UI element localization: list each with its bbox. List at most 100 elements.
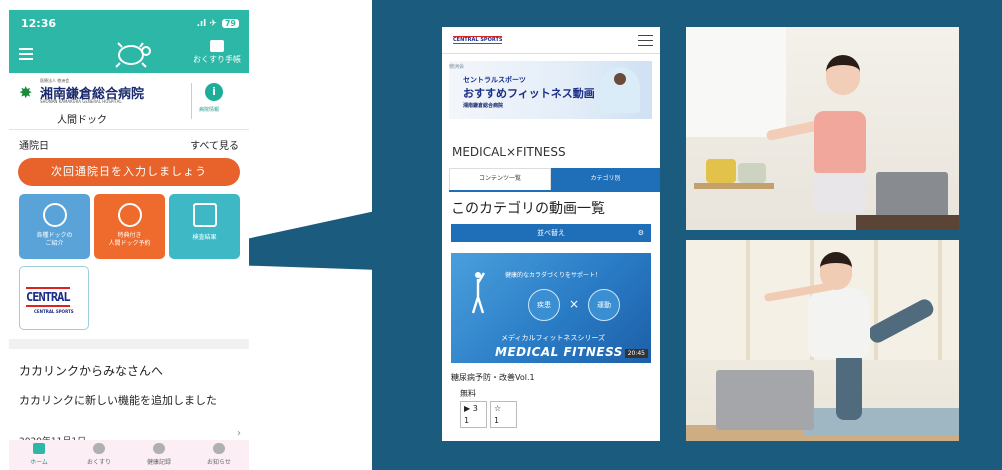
cushion — [738, 163, 766, 183]
status-indicators: .ıl ✈ 79 — [197, 19, 239, 29]
sofa — [694, 183, 774, 189]
document-check-icon — [192, 203, 217, 227]
turtle-logo-icon — [115, 42, 151, 68]
central-sports-tile[interactable]: CENTRAL CENTRAL SPORTS — [19, 266, 89, 330]
section-title: カカリンクからみなさんへ — [19, 364, 164, 378]
video-caption[interactable]: 糖尿病予防・改善Vol.1 — [451, 372, 535, 383]
tab-notices[interactable]: お知らせ — [197, 440, 242, 470]
tank-top — [814, 111, 866, 173]
tile-dock-reservation[interactable]: 特典付き 人間ドック予約 — [94, 194, 165, 259]
tab-home[interactable]: ホーム — [17, 440, 62, 470]
page-title: MEDICAL×FITNESS — [452, 145, 566, 159]
tab-label: ホーム — [30, 459, 48, 466]
visit-label: 通院日 — [19, 141, 49, 152]
woman-head — [826, 55, 860, 95]
hospital-name-en: SHONAN KAMAKURA GENERAL HOSPITAL — [40, 99, 122, 104]
website-screen: CENTRAL SPORTS セントラルスポーツ おすすめフィットネス動画 湘南… — [442, 27, 660, 441]
status-time: 12:36 — [21, 17, 57, 30]
cushion — [706, 159, 736, 183]
menu-icon[interactable] — [19, 48, 33, 60]
window — [686, 27, 786, 137]
tshirt — [808, 288, 870, 358]
news-item[interactable]: カカリンクに新しい機能を追加しました — [19, 392, 231, 409]
medicine-notebook-button[interactable]: おくすり手帳 — [193, 40, 241, 65]
tab-medicine[interactable]: おくすり — [77, 440, 122, 470]
status-bar: 12:36 .ıl ✈ 79 — [9, 10, 249, 37]
content-tabs: コンテンツ一覧 カテゴリ別 — [449, 168, 660, 190]
composite-canvas: 12:36 .ıl ✈ 79 おくすり手帳 ✸ 医療法人 徳洲会 湘南鎌倉総合病… — [0, 0, 1002, 470]
medicine-notebook-label: おくすり手帳 — [193, 55, 241, 64]
woman-head — [820, 252, 852, 290]
gear-icon: ⚙ — [637, 229, 644, 237]
book-icon — [210, 40, 224, 52]
hamburger-menu-icon[interactable] — [638, 35, 653, 46]
site-logo[interactable]: CENTRAL SPORTS — [453, 36, 503, 44]
enter-next-visit-button[interactable]: 次回通院日を入力しましょう — [18, 158, 240, 186]
heart-icon — [153, 443, 165, 454]
doctor-icon — [42, 203, 67, 227]
category-heading: このカテゴリの動画一覧 — [451, 201, 605, 217]
banner-hospital: 湘南鎌倉総合病院 — [463, 103, 504, 109]
see-all-link[interactable]: すべて見る — [190, 137, 239, 152]
bottom-tab-bar: ホーム おくすり 健康記録 お知らせ — [9, 440, 249, 470]
video-duration: 20:45 — [624, 349, 648, 358]
tile-label: 検査結果 — [192, 234, 217, 241]
phone-screen: 12:36 .ıl ✈ 79 おくすり手帳 ✸ 医療法人 徳洲会 湘南鎌倉総合病… — [9, 10, 249, 470]
price-label: 無料 — [460, 389, 476, 398]
table — [856, 215, 959, 230]
tab-category[interactable]: カテゴリ別 — [551, 168, 660, 190]
site-header: CENTRAL SPORTS — [442, 27, 660, 54]
tab-underline — [449, 190, 660, 192]
section-divider — [9, 339, 249, 349]
disease-pill: 疾患 — [528, 289, 560, 321]
exercise-pill: 運動 — [588, 289, 620, 321]
tab-health-record[interactable]: 健康記録 — [137, 440, 182, 470]
stretching-figure-icon — [471, 272, 485, 314]
banner-title: おすすめフィットネス動画 — [463, 87, 595, 100]
pill-icon — [93, 443, 105, 454]
sort-label: 並べ替え — [537, 229, 565, 237]
divider — [191, 83, 192, 119]
hospital-info-label[interactable]: 病院情報 — [199, 106, 219, 113]
play-count: ▶ 3 1 — [460, 401, 487, 428]
visit-row: 通院日 すべて見る — [19, 137, 239, 152]
hospital-header: ✸ 医療法人 徳洲会 湘南鎌倉総合病院 SHONAN KAMAKURA GENE… — [9, 73, 249, 130]
banner-brand: セントラルスポーツ — [463, 76, 526, 84]
signal-icon: .ıl ✈ — [196, 18, 217, 29]
video-title-big: MEDICAL FITNESS — [495, 345, 623, 359]
tile-label: 特典付き 人間ドック予約 — [108, 232, 151, 247]
check-badge-icon — [117, 203, 142, 227]
hospital-logo-icon: ✸ — [19, 83, 33, 102]
tab-contents[interactable]: コンテンツ一覧 — [449, 168, 551, 190]
leg — [836, 352, 862, 420]
laptop — [716, 370, 814, 430]
video-tagline: 健康的なカラダづくりをサポート！ — [505, 272, 602, 279]
home-icon — [33, 443, 45, 454]
site-banner: セントラルスポーツ おすすめフィットネス動画 湘南鎌倉総合病院 — [449, 61, 652, 119]
fitness-photo-1 — [686, 27, 959, 230]
times-symbol: × — [569, 297, 580, 311]
laptop — [876, 172, 948, 217]
trainer-figure-icon — [600, 67, 640, 113]
series-label: メディカルフィットネスシリーズ — [501, 334, 606, 342]
tile-dock-intro[interactable]: 各種ドックの ご紹介 — [19, 194, 90, 259]
shorts — [814, 173, 866, 213]
tab-label: お知らせ — [207, 459, 231, 466]
banner-small-logo: 徳洲会 — [449, 64, 465, 70]
tile-label: 各種ドックの ご紹介 — [36, 232, 73, 247]
app-bar: おくすり手帳 — [9, 37, 249, 73]
central-logo: CENTRAL — [26, 287, 71, 307]
fitness-photo-2 — [686, 240, 959, 441]
dock-label: 人間ドック — [57, 115, 107, 126]
video-thumbnail[interactable]: 健康的なカラダづくりをサポート！ 疾患 × 運動 メディカルフィットネスシリーズ… — [451, 253, 651, 363]
info-icon[interactable]: i — [205, 83, 223, 101]
tab-label: おくすり — [86, 459, 111, 466]
tile-test-results[interactable]: 検査結果 — [169, 194, 240, 259]
sort-button[interactable]: 並べ替え ⚙ — [451, 224, 651, 242]
yoga-mat — [804, 408, 959, 436]
favorite-count[interactable]: ☆ 1 — [490, 401, 517, 428]
send-icon — [213, 443, 225, 454]
tab-label: 健康記録 — [146, 459, 171, 466]
central-sub: CENTRAL SPORTS — [34, 309, 74, 314]
chevron-right-icon[interactable]: › — [237, 428, 241, 439]
